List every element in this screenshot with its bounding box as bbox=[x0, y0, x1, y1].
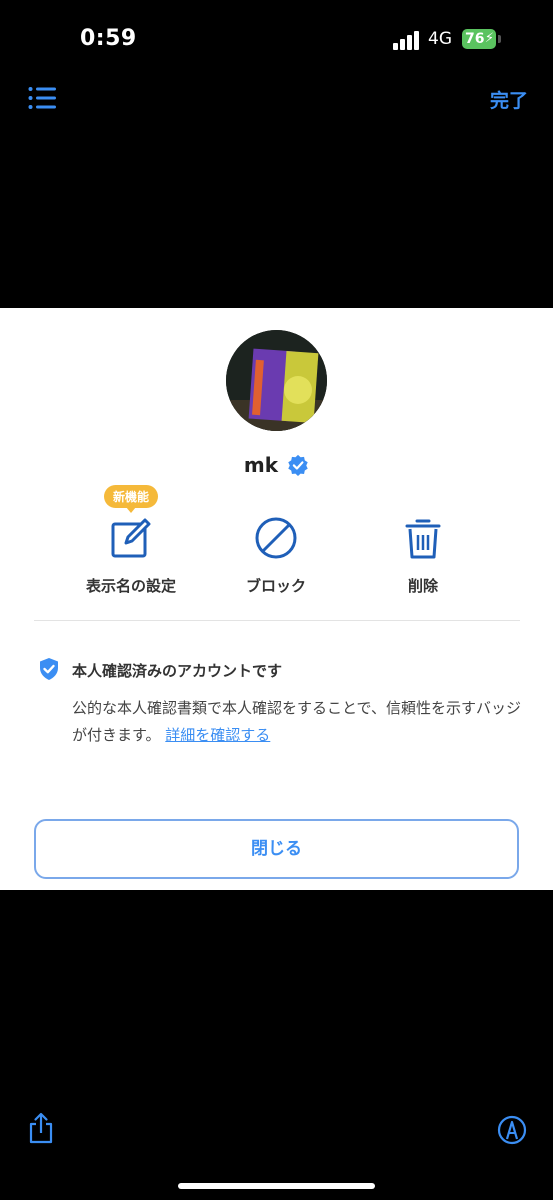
signal-icon bbox=[393, 30, 423, 50]
shield-check-icon bbox=[40, 658, 58, 680]
avatar bbox=[226, 330, 327, 431]
delete-label: 削除 bbox=[407, 577, 438, 595]
battery-level: 76 bbox=[465, 31, 485, 47]
details-link[interactable]: 詳細を確認する bbox=[165, 726, 270, 744]
divider bbox=[34, 620, 520, 621]
block-icon bbox=[255, 517, 297, 559]
done-button[interactable]: 完了 bbox=[490, 86, 528, 113]
share-icon[interactable] bbox=[28, 1112, 54, 1144]
home-indicator bbox=[178, 1183, 375, 1189]
username-row: mk bbox=[0, 453, 553, 477]
list-icon[interactable] bbox=[28, 86, 56, 110]
network-label: 4G bbox=[428, 29, 452, 49]
verification-title: 本人確認済みのアカウントです bbox=[72, 662, 283, 680]
battery-icon: 76 ⚡ bbox=[462, 29, 496, 49]
markup-icon[interactable] bbox=[497, 1115, 527, 1145]
status-bar: 0:59 4G 76 ⚡ bbox=[0, 0, 553, 80]
verification-description-text: 公的な本人確認書類で本人確認をすることで、信頼性を示すバッジが付きます。 bbox=[72, 699, 521, 744]
block-label: ブロック bbox=[245, 577, 306, 595]
verification-description: 公的な本人確認書類で本人確認をすることで、信頼性を示すバッジが付きます。 詳細を… bbox=[72, 695, 522, 749]
delete-button[interactable]: 削除 bbox=[358, 515, 488, 596]
close-button[interactable]: 閉じる bbox=[34, 819, 519, 879]
block-button[interactable]: ブロック bbox=[211, 515, 341, 596]
status-time: 0:59 bbox=[80, 26, 137, 51]
edit-icon bbox=[111, 518, 151, 558]
new-feature-badge: 新機能 bbox=[104, 485, 159, 513]
verified-badge-icon bbox=[288, 454, 308, 476]
display-name-setting-label: 表示名の設定 bbox=[85, 577, 176, 595]
trash-icon bbox=[405, 519, 441, 559]
username: mk bbox=[243, 453, 279, 477]
display-name-setting-button[interactable]: 表示名の設定 bbox=[66, 515, 196, 596]
